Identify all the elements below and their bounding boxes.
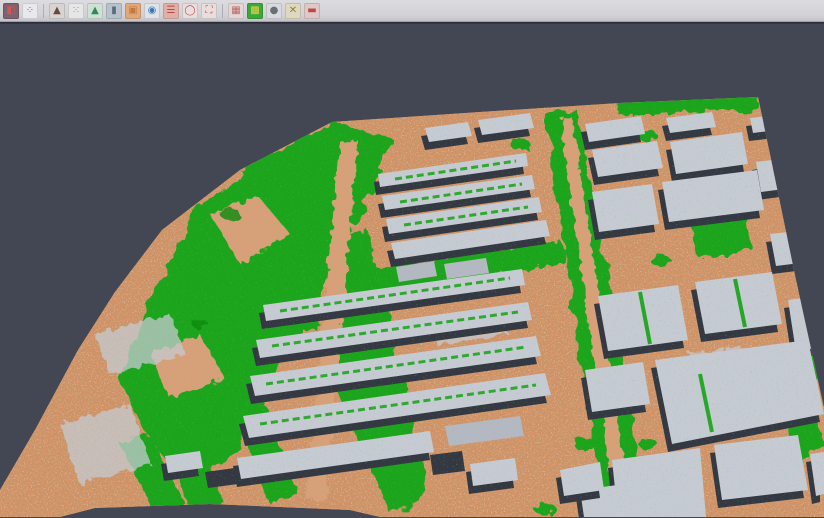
- attribute-list-icon[interactable]: ☰: [163, 3, 179, 19]
- globe-view-icon[interactable]: ◉: [144, 3, 160, 19]
- sphere-render-icon[interactable]: ●: [266, 3, 282, 19]
- measure-flag-icon[interactable]: ▬: [304, 3, 320, 19]
- profile-view-icon[interactable]: ▮: [106, 3, 122, 19]
- crop-region-icon[interactable]: ⛶: [201, 3, 217, 19]
- tin-surface-icon[interactable]: ▲: [87, 3, 103, 19]
- toolbar-separator: [220, 3, 225, 19]
- grid-tiles-icon[interactable]: ▦: [228, 3, 244, 19]
- classification-render-icon[interactable]: ▩: [247, 3, 263, 19]
- circle-select-icon[interactable]: ◯: [182, 3, 198, 19]
- point-cloud-render: [0, 24, 824, 518]
- dem-surface-icon[interactable]: ▲: [49, 3, 65, 19]
- open-project-icon[interactable]: ◧: [3, 3, 19, 19]
- toolbar-separator: [41, 3, 46, 19]
- point-cloud-icon[interactable]: ⁙: [68, 3, 84, 19]
- main-toolbar: ◧⁘▲⁙▲▮▣◉☰◯⛶▦▩●✕▬: [0, 0, 824, 22]
- clear-selection-icon[interactable]: ✕: [285, 3, 301, 19]
- align-clouds-icon[interactable]: ⁘: [22, 3, 38, 19]
- 3d-viewport[interactable]: [0, 23, 824, 518]
- ortho-image-icon[interactable]: ▣: [125, 3, 141, 19]
